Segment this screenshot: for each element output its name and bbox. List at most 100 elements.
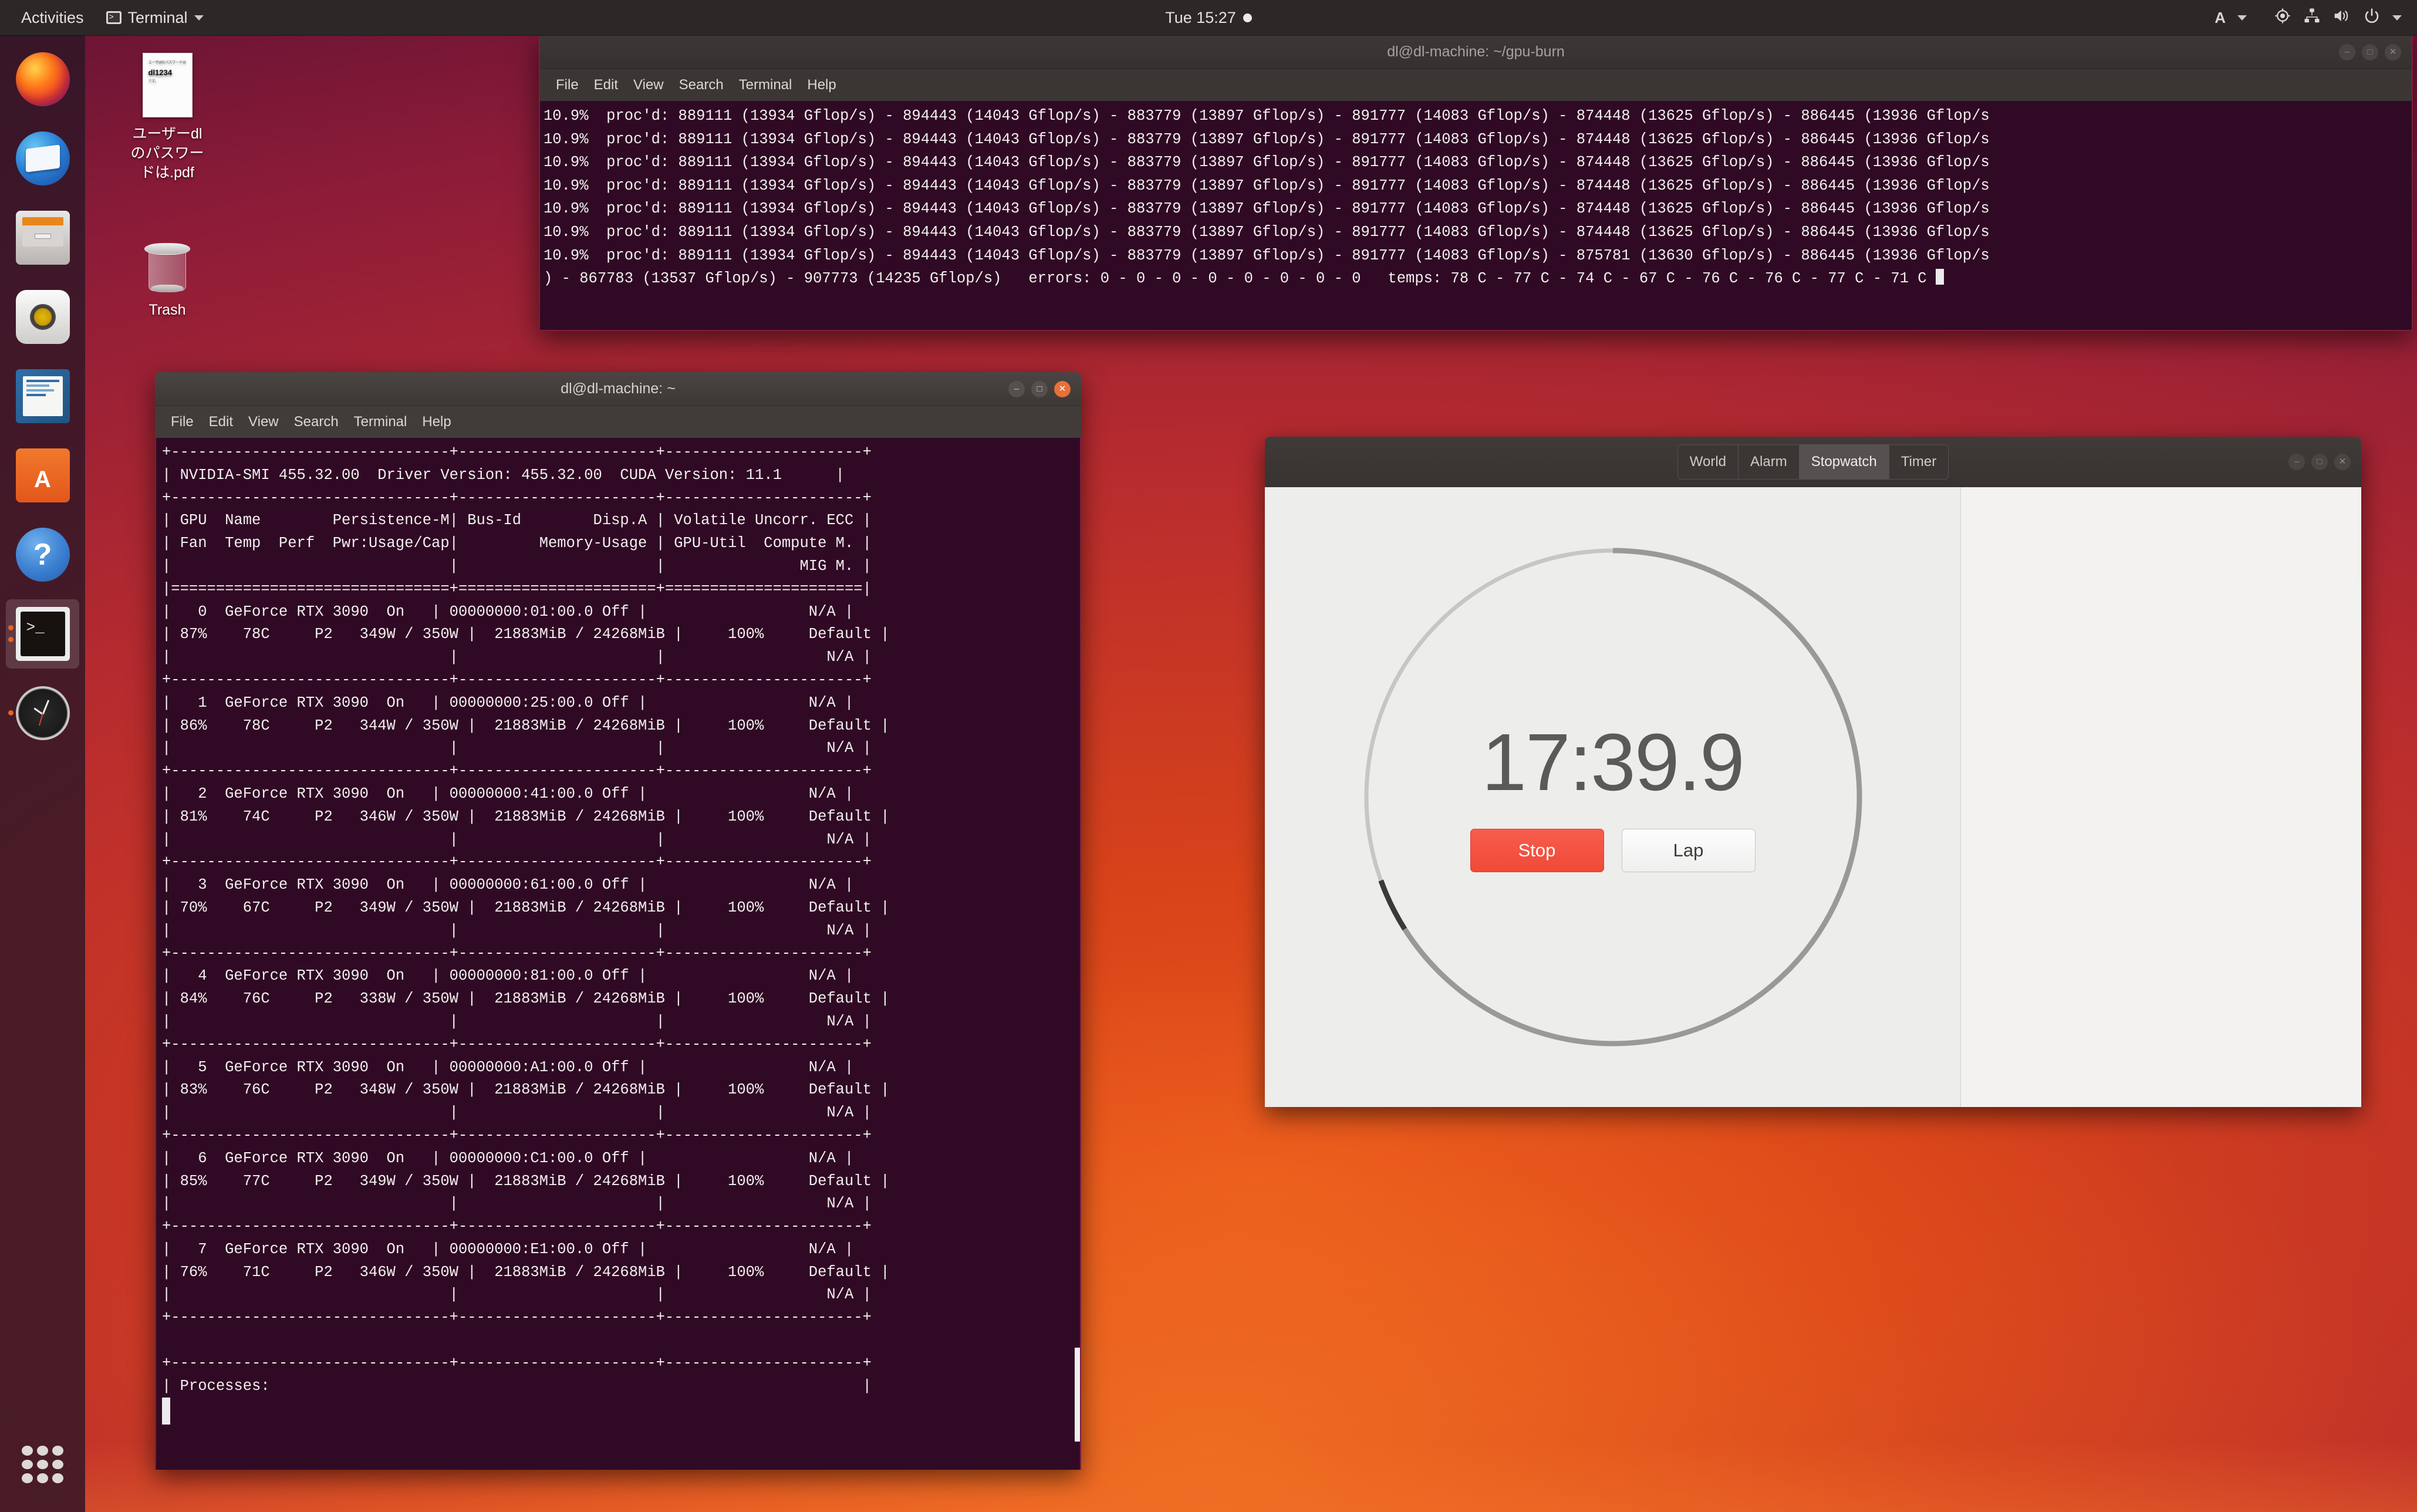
tab-world[interactable]: World xyxy=(1677,444,1739,479)
ibus-input-icon[interactable]: A xyxy=(2215,9,2226,27)
dock-item-terminal[interactable]: >_ xyxy=(6,599,79,669)
lap-button[interactable]: Lap xyxy=(1621,829,1756,872)
system-menu-chevron-down-icon[interactable] xyxy=(2392,15,2402,21)
close-icon[interactable]: ✕ xyxy=(2334,453,2351,470)
dock-item-ubuntu-software[interactable]: A xyxy=(6,441,79,510)
ubuntu-dock: A ? >_ xyxy=(0,35,85,1512)
gpu-burn-menubar[interactable]: File Edit View Search Terminal Help xyxy=(540,69,2412,101)
dock-item-clocks[interactable] xyxy=(6,679,79,748)
terminal-line: | 84% 76C P2 338W / 350W | 21883MiB / 24… xyxy=(162,990,890,1008)
gpu-burn-window-buttons[interactable]: – □ ✕ xyxy=(2339,35,2401,69)
dock-item-thunderbird[interactable] xyxy=(6,124,79,193)
volume-icon[interactable] xyxy=(2332,7,2351,29)
activities-label: Activities xyxy=(21,8,84,26)
terminal-line: ) - 867783 (13537 Gflop/s) - 907773 (142… xyxy=(544,267,2412,291)
terminal-line: +-------------------------------+-------… xyxy=(162,1354,872,1372)
clocks-window-buttons[interactable]: – □ ✕ xyxy=(2288,437,2351,487)
terminal-line: | Fan Temp Perf Pwr:Usage/Cap| Memory-Us… xyxy=(162,535,872,552)
gpu-burn-terminal-output[interactable]: 10.9% proc'd: 889111 (13934 Gflop/s) - 8… xyxy=(540,101,2412,330)
dock-item-rhythmbox[interactable] xyxy=(6,282,79,352)
topbar-clock-button[interactable]: Tue 15:27 xyxy=(1165,9,1252,27)
terminal-line: | | | N/A | xyxy=(162,1104,872,1122)
menu-view[interactable]: View xyxy=(241,411,286,433)
status-indicators[interactable]: A xyxy=(2215,7,2417,29)
show-applications-button[interactable] xyxy=(6,1430,79,1499)
terminal-line: +-------------------------------+-------… xyxy=(162,944,872,962)
terminal-line: | 6 GeForce RTX 3090 On | 00000000:C1:00… xyxy=(162,1149,854,1167)
dock-item-files[interactable] xyxy=(6,203,79,272)
desktop-icon-password-pdf[interactable]: ユーザdlのパスワードは dl1234 です。 ユーザーdl のパスワー ドは.… xyxy=(103,53,232,183)
files-icon xyxy=(15,211,70,265)
tab-stopwatch[interactable]: Stopwatch xyxy=(1799,444,1889,479)
stopwatch-controls[interactable]: Stop Lap xyxy=(1470,829,1756,872)
menu-terminal[interactable]: Terminal xyxy=(731,74,800,96)
menu-help[interactable]: Help xyxy=(799,74,843,96)
minimize-icon[interactable]: – xyxy=(2339,43,2355,60)
terminal-line: +-------------------------------+-------… xyxy=(162,1035,872,1053)
menu-help[interactable]: Help xyxy=(414,411,458,433)
firefox-icon xyxy=(15,52,70,106)
terminal-line: | 70% 67C P2 349W / 350W | 21883MiB / 24… xyxy=(162,899,890,916)
terminal-line: | | | N/A | xyxy=(162,740,872,757)
menu-view[interactable]: View xyxy=(626,74,671,96)
dock-item-libreoffice-writer[interactable] xyxy=(6,362,79,431)
desktop-icon-label: ユーザーdl のパスワー ドは.pdf xyxy=(103,124,232,183)
app-menu-button[interactable]: Terminal xyxy=(98,5,212,31)
stopwatch-elapsed-time: 17:39.9 xyxy=(1481,717,1744,808)
clocks-tabstrip[interactable]: World Alarm Stopwatch Timer xyxy=(1677,444,1949,480)
terminal-line: | | | N/A | xyxy=(162,922,872,939)
terminal-line: +-------------------------------+-------… xyxy=(162,762,872,780)
terminal-dock-icon: >_ xyxy=(15,607,70,661)
maximize-icon[interactable]: □ xyxy=(2311,453,2328,470)
app-menu-label: Terminal xyxy=(127,8,188,26)
menu-edit[interactable]: Edit xyxy=(201,411,241,433)
stopwatch-lap-list[interactable] xyxy=(1960,487,2361,1107)
ibus-chevron-down-icon[interactable] xyxy=(2237,15,2247,21)
terminal-line: | 85% 77C P2 349W / 350W | 21883MiB / 24… xyxy=(162,1172,890,1190)
location-icon[interactable] xyxy=(2274,7,2291,29)
menu-search[interactable]: Search xyxy=(671,74,731,96)
tab-timer[interactable]: Timer xyxy=(1889,444,1949,479)
topbar-clock-label: Tue 15:27 xyxy=(1165,8,1236,26)
terminal-scrollbar[interactable] xyxy=(1075,1348,1080,1442)
stop-button[interactable]: Stop xyxy=(1470,829,1604,872)
activities-button[interactable]: Activities xyxy=(13,5,92,31)
nvidia-window-buttons[interactable]: – □ ✕ xyxy=(1008,372,1071,406)
minimize-icon[interactable]: – xyxy=(2288,453,2305,470)
terminal-line: +-------------------------------+-------… xyxy=(162,444,872,461)
gpu-burn-title: dl@dl-machine: ~/gpu-burn xyxy=(1387,43,1565,60)
gpu-burn-terminal-window[interactable]: dl@dl-machine: ~/gpu-burn – □ ✕ File Edi… xyxy=(539,35,2413,331)
gpu-burn-titlebar[interactable]: dl@dl-machine: ~/gpu-burn – □ ✕ xyxy=(540,35,2412,69)
menu-file[interactable]: File xyxy=(163,411,201,433)
nvidia-smi-terminal-window[interactable]: dl@dl-machine: ~ – □ ✕ File Edit View Se… xyxy=(155,372,1081,1470)
tab-alarm[interactable]: Alarm xyxy=(1739,444,1800,479)
apps-grid-dot xyxy=(52,1446,63,1456)
trash-label: Trash xyxy=(148,302,186,318)
nvidia-titlebar[interactable]: dl@dl-machine: ~ – □ ✕ xyxy=(155,372,1081,406)
terminal-line: |===============================+=======… xyxy=(162,580,872,598)
nvidia-smi-output[interactable]: +-------------------------------+-------… xyxy=(155,438,1081,1470)
minimize-icon[interactable]: – xyxy=(1008,380,1025,397)
nvidia-menubar[interactable]: File Edit View Search Terminal Help xyxy=(155,406,1081,438)
close-icon[interactable]: ✕ xyxy=(1054,380,1071,397)
terminal-line: | 5 GeForce RTX 3090 On | 00000000:A1:00… xyxy=(162,1058,854,1076)
pdf-thumb-line2: dl1234 xyxy=(148,68,172,77)
menu-search[interactable]: Search xyxy=(286,411,346,433)
dock-item-firefox[interactable] xyxy=(6,45,79,114)
menu-edit[interactable]: Edit xyxy=(586,74,626,96)
maximize-icon[interactable]: □ xyxy=(2362,43,2378,60)
close-icon[interactable]: ✕ xyxy=(2385,43,2401,60)
terminal-line: | 81% 74C P2 346W / 350W | 21883MiB / 24… xyxy=(162,808,890,825)
network-icon[interactable] xyxy=(2303,7,2321,29)
clocks-headerbar[interactable]: World Alarm Stopwatch Timer – □ ✕ xyxy=(1265,437,2361,487)
dock-item-help[interactable]: ? xyxy=(6,520,79,589)
menu-terminal[interactable]: Terminal xyxy=(346,411,415,433)
clocks-icon xyxy=(15,686,70,740)
apps-grid-dot xyxy=(52,1473,63,1483)
terminal-cursor xyxy=(162,1398,170,1425)
maximize-icon[interactable]: □ xyxy=(1031,380,1048,397)
desktop-icon-trash[interactable]: Trash xyxy=(103,241,232,320)
power-icon[interactable] xyxy=(2363,7,2381,29)
clocks-window[interactable]: World Alarm Stopwatch Timer – □ ✕ 17:39.… xyxy=(1265,437,2361,1107)
menu-file[interactable]: File xyxy=(548,74,586,96)
